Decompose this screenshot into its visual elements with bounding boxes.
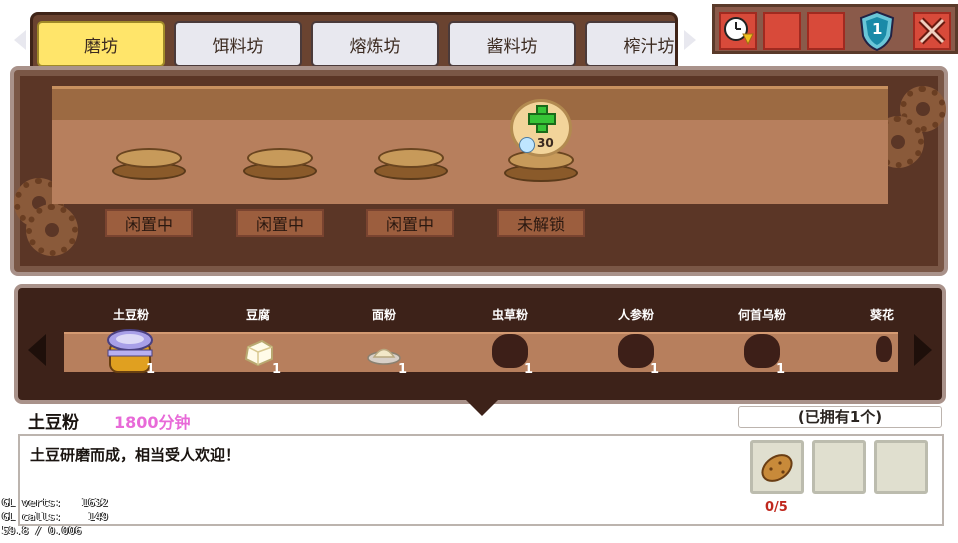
list-scroll-left-button[interactable]: [28, 334, 46, 366]
tab-label: 酱料坊: [486, 36, 538, 57]
description-panel: 土豆研磨而成，相当受人欢迎！: [18, 434, 944, 526]
millstone-2[interactable]: [243, 148, 317, 182]
tab-label: 榨汁坊: [623, 36, 675, 57]
recipe-item-cordyceps[interactable]: 虫草粉: [450, 306, 570, 323]
shield-level-button[interactable]: 1: [857, 10, 897, 52]
speedup-button[interactable]: [719, 12, 757, 50]
item-count: 1: [776, 362, 786, 377]
status-label: 闲置中: [124, 215, 173, 234]
debug-verts: GL verts: 1632: [2, 496, 108, 509]
unknown-item-silhouette: [876, 336, 892, 362]
ingredient-slot-2[interactable]: [812, 440, 866, 494]
status-label: 闲置中: [255, 215, 304, 234]
item-name: 人参粉: [617, 308, 654, 322]
tab-mill[interactable]: 磨坊: [37, 21, 165, 67]
recipe-item-flour[interactable]: 面粉: [324, 306, 444, 323]
item-name: 虫草粉: [491, 308, 528, 322]
tofu-icon: [244, 339, 273, 367]
unknown-item-silhouette: [618, 334, 654, 368]
status-label: 未解锁: [516, 215, 565, 234]
item-count: 1: [398, 362, 408, 377]
status-label: 闲置中: [385, 215, 434, 234]
station-status-2: 闲置中: [236, 209, 324, 237]
item-name: 豆腐: [245, 308, 270, 322]
tab-label: 磨坊: [84, 36, 118, 57]
ingredient-slot-3[interactable]: [874, 440, 928, 494]
item-count: 1: [650, 362, 660, 377]
recipe-item-potato-powder[interactable]: 土豆粉: [71, 306, 191, 323]
close-button[interactable]: [913, 12, 951, 50]
mill-table: [52, 86, 888, 204]
tab-scroll-right-button[interactable]: [684, 30, 696, 50]
diamond-icon: [519, 137, 535, 153]
station-status-4: 未解锁: [497, 209, 585, 237]
empty-button-1[interactable]: [763, 12, 801, 50]
item-count: 1: [524, 362, 534, 377]
recipe-item-fleeceflower[interactable]: 何首乌粉: [702, 306, 822, 323]
recipe-item-sunflower[interactable]: 葵花: [822, 306, 942, 323]
station-status-1: 闲置中: [105, 209, 193, 237]
item-name: 面粉: [371, 308, 396, 322]
shield-level-text: 1: [872, 20, 883, 38]
owned-count-box: (已拥有1个): [738, 406, 942, 428]
flour-icon: [367, 348, 401, 365]
selection-pointer: [466, 400, 498, 416]
unlock-slot-button[interactable]: 30: [510, 99, 572, 157]
tab-juice[interactable]: 榨汁坊: [585, 21, 675, 67]
item-description: 土豆研磨而成，相当受人欢迎！: [30, 446, 241, 464]
top-button-panel: 1: [712, 4, 958, 54]
tab-bar: 磨坊 饵料坊 熔炼坊 酱料坊 榨汁坊: [30, 12, 678, 70]
craft-time: 1800分钟: [114, 413, 191, 432]
selected-item-name: 土豆粉: [28, 413, 79, 433]
debug-fps: 59.8 / 0.006: [2, 524, 82, 537]
item-count: 1: [272, 362, 282, 377]
ingredient-slot-1[interactable]: [750, 440, 804, 494]
unknown-item-silhouette: [744, 334, 780, 368]
tab-scroll-left-button[interactable]: [14, 30, 26, 50]
tab-smelt[interactable]: 熔炼坊: [311, 21, 439, 67]
unlock-cost: 30: [537, 136, 554, 150]
station-status-3: 闲置中: [366, 209, 454, 237]
item-name: 何首乌粉: [737, 308, 786, 322]
clock-speedup-icon: [724, 17, 754, 46]
potato-icon: [761, 454, 793, 482]
tab-label: 熔炼坊: [349, 36, 401, 57]
item-name: 葵花: [869, 308, 894, 322]
owned-count: (已拥有1个): [797, 408, 883, 426]
debug-calls: GL calls: 149: [2, 510, 108, 523]
millstone-1[interactable]: [112, 148, 186, 182]
item-count: 1: [146, 362, 156, 377]
plus-icon: [528, 105, 556, 133]
list-scroll-right-button[interactable]: [914, 334, 932, 366]
tab-bait[interactable]: 饵料坊: [174, 21, 302, 67]
millstone-3[interactable]: [374, 148, 448, 182]
tab-sauce[interactable]: 酱料坊: [448, 21, 576, 67]
recipe-item-tofu[interactable]: 豆腐: [198, 306, 318, 323]
debug-stats-overlay: GL verts: 1632 GL calls: 149 59.8 / 0.006: [2, 496, 108, 538]
item-name: 土豆粉: [112, 308, 149, 322]
empty-button-2[interactable]: [807, 12, 845, 50]
ingredient-count: 0/5: [765, 500, 788, 515]
unknown-item-silhouette: [492, 334, 528, 368]
close-icon: [918, 17, 946, 45]
gear-icon: [26, 204, 78, 256]
tab-label: 饵料坊: [212, 36, 264, 57]
recipe-item-ginseng[interactable]: 人参粉: [576, 306, 696, 323]
